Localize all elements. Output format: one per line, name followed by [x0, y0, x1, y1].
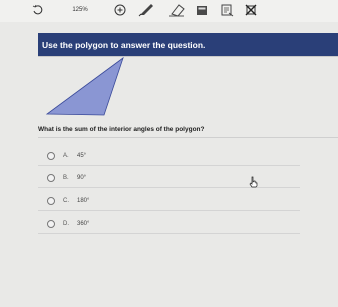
- calculator-icon[interactable]: [194, 2, 210, 18]
- option-text: 180°: [77, 198, 90, 204]
- option-text: 360°: [77, 221, 90, 227]
- option-letter: A.: [63, 153, 69, 159]
- toolbar: 125%: [0, 0, 338, 22]
- radio-button[interactable]: [47, 220, 55, 228]
- option-c[interactable]: C. 180°: [38, 191, 300, 211]
- question-divider: [38, 137, 338, 138]
- eraser-icon[interactable]: [167, 2, 187, 18]
- note-icon[interactable]: [218, 2, 236, 18]
- hand-cursor-icon: [249, 176, 258, 188]
- radio-button[interactable]: [47, 152, 55, 160]
- option-letter: B.: [63, 175, 69, 181]
- option-divider: [38, 165, 300, 166]
- option-text: 90°: [77, 175, 87, 181]
- eliminate-icon[interactable]: [242, 2, 260, 18]
- radio-button[interactable]: [47, 197, 55, 205]
- option-letter: D.: [63, 221, 69, 227]
- option-divider: [38, 233, 300, 234]
- zoom-level[interactable]: 125%: [68, 2, 92, 18]
- instruction-banner: Use the polygon to answer the question.: [38, 33, 338, 56]
- radio-button[interactable]: [47, 174, 55, 182]
- triangle-figure: [45, 56, 124, 116]
- refresh-icon[interactable]: [29, 2, 47, 18]
- pen-icon[interactable]: [137, 2, 155, 18]
- zoom-in-icon[interactable]: [112, 2, 128, 18]
- option-divider: [38, 187, 300, 188]
- option-divider: [38, 210, 300, 211]
- option-a[interactable]: A. 45°: [38, 146, 300, 166]
- option-d[interactable]: D. 360°: [38, 214, 300, 234]
- option-b[interactable]: B. 90°: [38, 168, 300, 188]
- triangle-polygon: [45, 56, 124, 116]
- option-text: 45°: [77, 153, 87, 159]
- option-letter: C.: [63, 198, 69, 204]
